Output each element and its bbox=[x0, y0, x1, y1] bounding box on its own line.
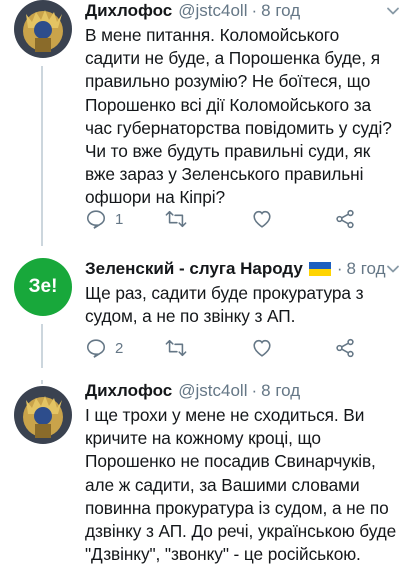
heart-icon bbox=[253, 339, 271, 357]
share-button[interactable] bbox=[334, 336, 356, 360]
tweet-text: Ще раз, садити буде прокуратура з судом,… bbox=[85, 283, 364, 327]
tweet-header: Дихлофос @jstc4oll · 8 год bbox=[85, 380, 397, 402]
author-handle[interactable]: @jstc4oll bbox=[178, 1, 247, 21]
share-icon bbox=[336, 338, 354, 358]
reply-count: 2 bbox=[115, 339, 124, 357]
avatar[interactable]: Зе! bbox=[14, 258, 72, 316]
tweet-header: Зеленский - слуга Народу · 8 год bbox=[85, 258, 397, 280]
tweet-time[interactable]: 8 год bbox=[347, 259, 386, 279]
retweet-button[interactable] bbox=[165, 336, 187, 360]
reply-icon bbox=[86, 210, 106, 229]
author-name[interactable]: Дихлофос bbox=[85, 1, 172, 21]
reply-icon bbox=[86, 339, 106, 358]
tweet-time[interactable]: 8 год bbox=[261, 381, 300, 401]
tweet-actions: 1 bbox=[85, 207, 385, 231]
tweet-header: Дихлофос @jstc4oll · 8 год bbox=[85, 0, 397, 22]
avatar[interactable] bbox=[14, 0, 72, 58]
reply-button[interactable]: 1 bbox=[85, 207, 123, 231]
share-icon bbox=[336, 209, 354, 229]
retweet-icon bbox=[165, 339, 187, 357]
thread-line bbox=[41, 380, 43, 384]
separator-dot: · bbox=[336, 259, 343, 278]
retweet-button[interactable] bbox=[165, 207, 187, 231]
share-button[interactable] bbox=[334, 207, 356, 231]
reply-count: 1 bbox=[115, 210, 124, 228]
author-handle[interactable]: @jstc4oll bbox=[178, 381, 247, 401]
reply-button[interactable]: 2 bbox=[85, 336, 123, 360]
tweet-1[interactable]: Дихлофос @jstc4oll · 8 год В мене питанн… bbox=[0, 0, 410, 246]
retweet-icon bbox=[165, 210, 187, 228]
tweet-3[interactable]: Дихлофос @jstc4oll · 8 год І ще трохи у … bbox=[0, 380, 410, 580]
tweet-actions: 2 bbox=[85, 336, 385, 360]
like-button[interactable] bbox=[251, 207, 273, 231]
thread-line bbox=[41, 66, 43, 246]
tweet-text: І ще трохи у мене не сходиться. Ви кричи… bbox=[85, 405, 397, 565]
tweet-text: В мене питання. Коломойського садити не … bbox=[85, 25, 392, 208]
separator-dot: · bbox=[251, 381, 258, 400]
tweet-content: Дихлофос @jstc4oll · 8 год В мене питанн… bbox=[85, 0, 397, 210]
chevron-down-icon[interactable] bbox=[386, 262, 400, 276]
chevron-down-icon[interactable] bbox=[386, 4, 400, 18]
tweet-2[interactable]: Зе! Зеленский - слуга Народу · 8 год Ще … bbox=[0, 258, 410, 368]
author-name[interactable]: Зеленский - слуга Народу bbox=[85, 259, 303, 279]
avatar[interactable] bbox=[14, 386, 72, 444]
avatar-text: Зе! bbox=[28, 276, 58, 297]
separator-dot: · bbox=[251, 1, 258, 20]
like-button[interactable] bbox=[251, 336, 273, 360]
tweet-time[interactable]: 8 год bbox=[261, 1, 300, 21]
ukraine-flag-icon bbox=[308, 262, 331, 276]
heart-icon bbox=[253, 210, 271, 228]
tweet-content: Зеленский - слуга Народу · 8 год Ще раз,… bbox=[85, 258, 397, 328]
author-name[interactable]: Дихлофос bbox=[85, 381, 172, 401]
tweet-content: Дихлофос @jstc4oll · 8 год І ще трохи у … bbox=[85, 380, 397, 566]
thread-line bbox=[41, 324, 43, 368]
